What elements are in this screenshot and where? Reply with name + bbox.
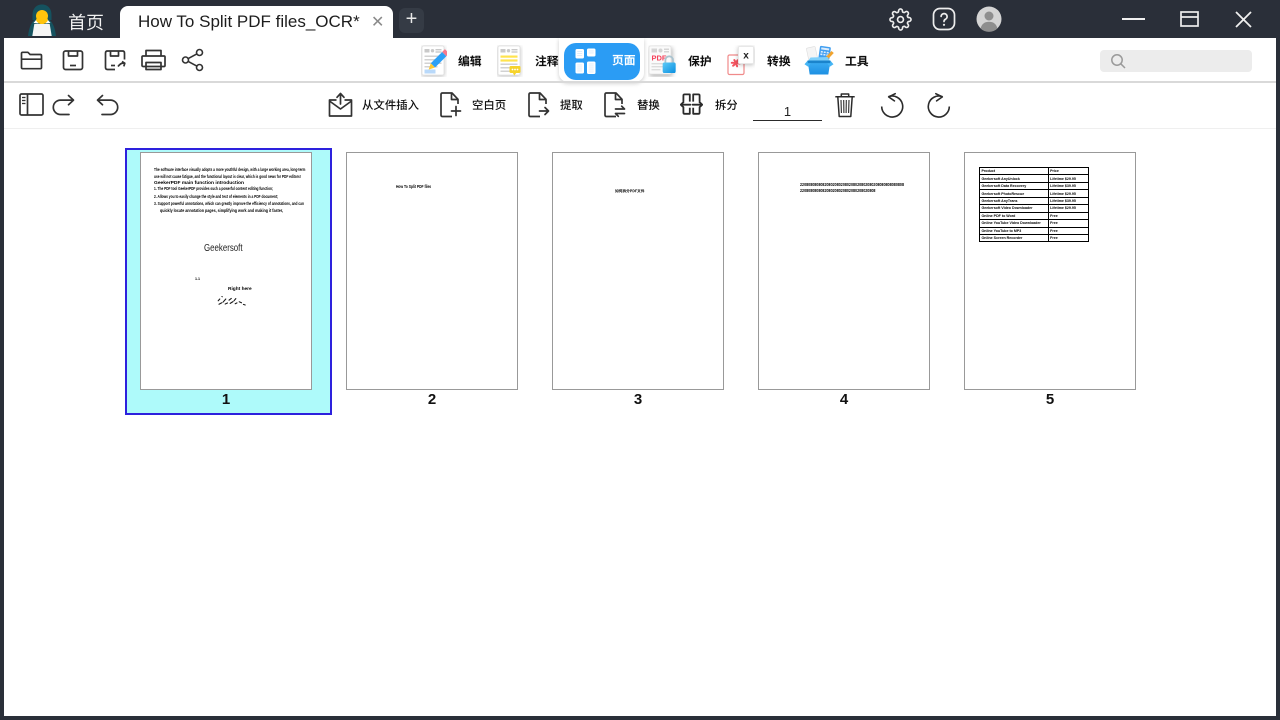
svg-text:x: x (743, 51, 749, 62)
